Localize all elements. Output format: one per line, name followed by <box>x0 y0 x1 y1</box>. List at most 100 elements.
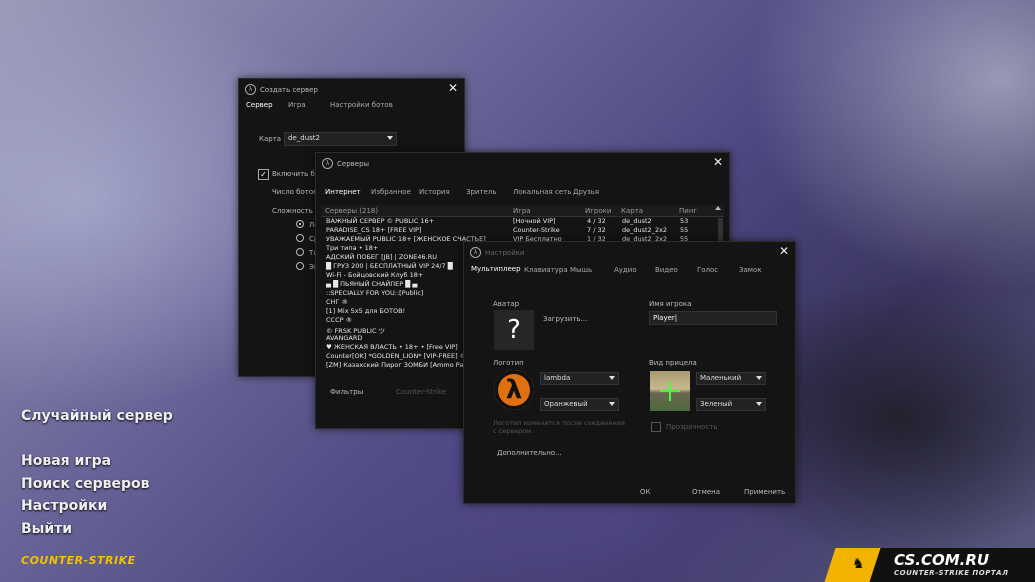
tab-video[interactable]: Видео <box>655 266 678 274</box>
tab-history[interactable]: История <box>419 188 450 196</box>
menu-new-game[interactable]: Новая игра <box>21 453 111 469</box>
close-button[interactable]: ✕ <box>779 244 789 258</box>
close-button[interactable]: ✕ <box>448 81 458 95</box>
filters-button[interactable]: Фильтры <box>330 388 363 396</box>
watermark-site: CS.COM.RU <box>894 551 990 569</box>
difficulty-radio-normal[interactable] <box>296 234 304 242</box>
col-map[interactable]: Карта <box>621 207 643 215</box>
apply-button[interactable]: Применить <box>744 488 785 496</box>
cancel-button[interactable]: Отмена <box>692 488 720 496</box>
menu-find-servers[interactable]: Поиск серверов <box>21 476 150 492</box>
menu-random-server[interactable]: Случайный сервер <box>21 408 173 424</box>
map-label: Карта <box>259 135 282 143</box>
filter-game-dropdown[interactable]: Counter-Strike <box>396 388 446 396</box>
transparency-label: Прозрачность <box>666 423 718 431</box>
tab-server[interactable]: Сервер <box>246 101 273 109</box>
advanced-button[interactable]: Дополнительно... <box>497 449 562 457</box>
logo-color-dropdown[interactable]: Оранжевый <box>540 398 619 411</box>
server-list-header: Серверы (218) Игра Игроки Карта Пинг <box>321 205 724 217</box>
tab-mouse[interactable]: Мышь <box>570 266 592 274</box>
difficulty-label: Сложность <box>272 207 313 215</box>
cell-name: ВАЖНЫЙ СЕРВЕР © PUBLIC 16+ <box>326 217 435 225</box>
cell-name: УВАЖАЕМЫЙ PUBLIC 18+ [ЖЕНСКОЕ СЧАСТЬЕ] <box>326 235 486 243</box>
window-title: λ Создать сервер <box>245 84 318 95</box>
cell-map: de_dust2_2x2 <box>622 226 668 234</box>
col-ping[interactable]: Пинг <box>679 207 697 215</box>
close-button[interactable]: ✕ <box>713 155 723 169</box>
crosshair-color-dropdown[interactable]: Зеленый <box>696 398 766 411</box>
tab-keyboard[interactable]: Клавиатура <box>524 266 568 274</box>
window-title: λ Настройки <box>470 247 525 258</box>
lambda-logo-icon: λ <box>494 370 534 410</box>
watermark-tagline: COUNTER-STRIKE ПОРТАЛ <box>894 569 1009 577</box>
cell-game: Counter-Strike <box>513 226 560 234</box>
cell-name: PARADISE_CS 18+ [FREE VIP] <box>326 226 422 234</box>
ok-button[interactable]: ОК <box>640 488 650 496</box>
logo-dropdown[interactable]: lambda <box>540 372 619 385</box>
crosshair-preview <box>650 371 690 411</box>
cell-name: [ZM] Казахский Пирог ЗОМБИ [Ammo Pack] <box>326 361 474 369</box>
cell-players: 7 / 32 <box>587 226 606 234</box>
cell-name: АДСКИЙ ПОБЕГ [JB] | ZONE46.RU <box>326 253 437 261</box>
menu-settings[interactable]: Настройки <box>21 498 107 514</box>
avatar: ? <box>494 310 534 350</box>
difficulty-radio-hard[interactable] <box>296 248 304 256</box>
cell-name: Counter[OK] *GOLDEN_LION* [VIP-FREE] © <box>326 352 467 360</box>
tab-bot-settings[interactable]: Настройки ботов <box>330 101 393 109</box>
transparency-checkbox[interactable] <box>651 422 661 432</box>
soldier-icon: ♞ <box>852 556 865 572</box>
player-name-input[interactable]: Player| <box>649 311 777 325</box>
cell-ping: 53 <box>680 217 689 225</box>
player-name-label: Имя игрока <box>649 300 692 308</box>
logo-label: Логотип <box>493 359 524 367</box>
game-logo: COUNTER-STRIKE <box>21 554 136 567</box>
cell-game: [Ночной VIP] <box>513 217 556 225</box>
bot-count-label: Число ботов <box>272 188 318 196</box>
cell-name: © FRSK PUBLIC ツ <box>326 327 386 334</box>
tab-spectate[interactable]: Зритель <box>466 188 496 196</box>
cell-name: [1] Mix 5x5 для БОТОВ! <box>326 307 406 315</box>
tab-favorites[interactable]: Избранное <box>371 188 411 196</box>
settings-window: λ Настройки ✕ Мультиплеер Клавиатура Мышь… <box>463 241 796 504</box>
tab-lock[interactable]: Замок <box>739 266 762 274</box>
crosshair-h <box>660 390 680 392</box>
tab-internet[interactable]: Интернет <box>325 188 361 196</box>
load-avatar-link[interactable]: Загрузить... <box>543 315 587 323</box>
tab-audio[interactable]: Аудио <box>614 266 637 274</box>
tab-lan[interactable]: Локальная сеть <box>513 188 571 196</box>
difficulty-radio-expert[interactable] <box>296 262 304 270</box>
tab-friends[interactable]: Друзья <box>573 188 599 196</box>
avatar-label: Аватар <box>493 300 520 308</box>
cell-map: de_dust2 <box>622 217 652 225</box>
enable-bots-checkbox[interactable]: ✓ <box>258 169 269 180</box>
table-row[interactable]: ВАЖНЫЙ СЕРВЕР © PUBLIC 16+ [Ночной VIP] 4 … <box>326 217 720 226</box>
difficulty-radio-easy[interactable] <box>296 220 304 228</box>
menu-quit[interactable]: Выйти <box>21 521 72 537</box>
cell-name: ♥ ЖЕНСКАЯ ВЛАСТЬ • 18+ • [Free VIP] <box>326 343 458 351</box>
scrollbar[interactable] <box>718 218 723 242</box>
cell-name: Три типа • 18+ <box>326 244 379 252</box>
half-life-icon: λ <box>470 247 481 258</box>
map-dropdown[interactable]: de_dust2 <box>284 132 397 146</box>
crosshair-size-dropdown[interactable]: Маленький <box>696 372 766 385</box>
tab-multiplayer[interactable]: Мультиплеер <box>471 265 521 273</box>
table-row[interactable]: PARADISE_CS 18+ [FREE VIP] Counter-Strike… <box>326 226 720 235</box>
cell-name: ::SPECIALLY FOR YOU::[Public] <box>326 289 424 297</box>
cell-ping: 55 <box>680 226 689 234</box>
cell-name: СССР ® <box>326 316 353 324</box>
chevron-down-icon <box>609 402 615 406</box>
tab-voice[interactable]: Голос <box>697 266 718 274</box>
cell-players: 4 / 32 <box>587 217 606 225</box>
cell-name: ▄ █ ПЬЯНЫЙ СНАЙПЕР █ ▄ <box>326 280 418 288</box>
cell-name: Wi-Fi - Бойцовский Клуб 18+ <box>326 271 424 279</box>
chevron-down-icon <box>609 376 615 380</box>
sort-up-icon[interactable] <box>715 206 721 210</box>
half-life-icon: λ <box>322 158 333 169</box>
col-players[interactable]: Игроки <box>585 207 611 215</box>
half-life-icon: λ <box>245 84 256 95</box>
col-game[interactable]: Игра <box>513 207 531 215</box>
tab-game[interactable]: Игра <box>288 101 306 109</box>
cell-name: █ ГРУЗ 200 | БЕСПЛАТНЫЙ VIP 24/7 █ <box>326 262 453 270</box>
col-servers[interactable]: Серверы (218) <box>325 207 378 215</box>
window-title: λ Серверы <box>322 158 369 169</box>
